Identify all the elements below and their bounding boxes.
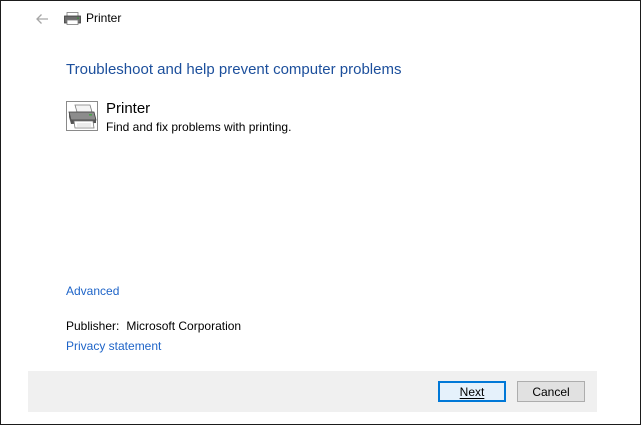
publisher-name: Microsoft Corporation: [126, 319, 242, 333]
privacy-statement-link[interactable]: Privacy statement: [66, 339, 161, 353]
printer-icon: [66, 101, 98, 131]
back-arrow-icon: [36, 14, 48, 24]
window-title: Printer: [86, 11, 122, 25]
advanced-link[interactable]: Advanced: [66, 284, 119, 298]
printer-icon: [64, 12, 81, 25]
cancel-button[interactable]: Cancel: [517, 381, 585, 402]
publisher-label: Publisher:: [66, 319, 120, 333]
next-button-label: Next: [459, 384, 485, 399]
button-bar: Next Cancel: [28, 371, 597, 412]
page-heading: Troubleshoot and help prevent computer p…: [66, 61, 402, 78]
item-description: Find and fix problems with printing.: [106, 120, 292, 134]
back-button[interactable]: [32, 10, 52, 28]
item-title: Printer: [106, 100, 151, 117]
cancel-button-label: Cancel: [532, 384, 570, 399]
next-button[interactable]: Next: [438, 381, 506, 402]
title-bar: Printer: [1, 1, 640, 37]
troubleshooter-item: Printer Find and fix problems with print…: [66, 100, 466, 136]
publisher-info: Publisher: Microsoft Corporation: [66, 319, 241, 333]
troubleshooter-window: Printer Troubleshoot and help prevent co…: [0, 0, 641, 425]
